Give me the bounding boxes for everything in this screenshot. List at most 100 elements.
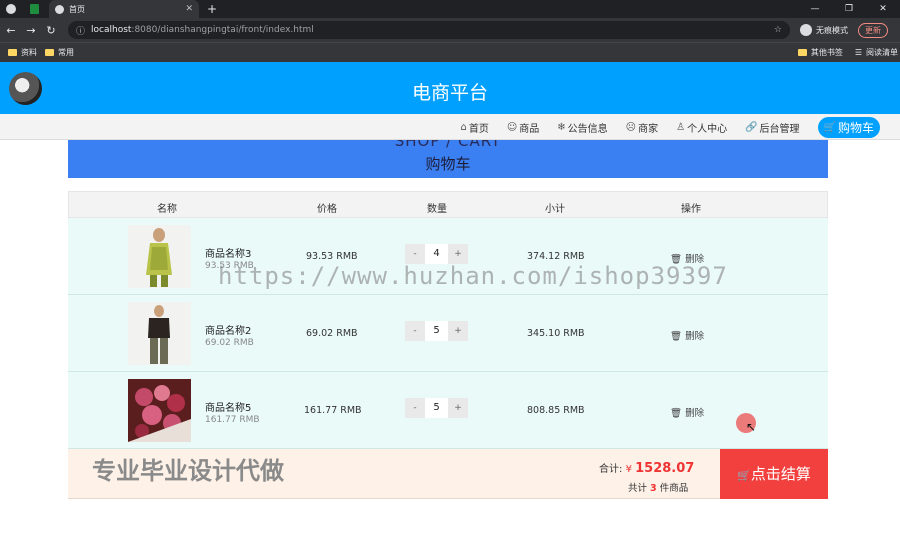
nav-merchants[interactable]: ☹ 商家 (626, 120, 658, 135)
folder-icon (45, 49, 54, 56)
minimize-icon[interactable]: — (798, 4, 832, 14)
quantity-stepper: - 5 + (405, 398, 468, 418)
delete-button[interactable]: 🗑 删除 (670, 405, 704, 419)
incognito-icon (800, 24, 812, 36)
price-cell: 93.53 RMB (306, 251, 358, 262)
cart-icon: 🛒 (737, 469, 751, 482)
header-name: 名称 (157, 204, 177, 215)
price-cell: 161.77 RMB (304, 405, 362, 416)
total-caption: 合计: (599, 464, 623, 475)
page-title: 购物车 (425, 155, 471, 173)
decrease-button[interactable]: - (405, 244, 425, 264)
bookmarks-bar: 资料 常用 其他书签 ☰ 阅读清单 (0, 42, 900, 62)
globe-icon[interactable] (6, 4, 16, 14)
product-image[interactable] (128, 379, 191, 442)
total-label: 合计: ¥ 1528.07 (599, 460, 694, 476)
product-image[interactable] (128, 225, 191, 288)
nav-home[interactable]: ⌂ 首页 (460, 120, 488, 135)
bookmark-label: 常用 (58, 48, 74, 57)
reading-list[interactable]: ☰ 阅读清单 (855, 47, 898, 58)
url-input[interactable]: ⓘ localhost :8080/dianshangpingtai/front… (68, 21, 790, 39)
currency-symbol: ¥ (625, 464, 632, 475)
header-price: 价格 (317, 204, 337, 215)
page-banner: SHOP / CART 购物车 (68, 140, 828, 178)
product-name[interactable]: 商品名称5 (205, 399, 251, 414)
back-icon[interactable]: ← (2, 24, 20, 37)
item-count: 共计 3 件商品 (628, 480, 688, 494)
product-image[interactable] (128, 302, 191, 365)
nav-announcements[interactable]: ❄ 公告信息 (557, 120, 607, 135)
subtotal-cell: 374.12 RMB (527, 251, 585, 262)
cart-icon: 🛒 (823, 121, 836, 133)
main-nav: ⌂ 首页 ☺ 商品 ❄ 公告信息 ☹ 商家 ♙ 个人中心 🔗 后台管理 🛒 购物车 (0, 114, 900, 140)
increase-button[interactable]: + (448, 321, 468, 341)
header-qty: 数量 (427, 204, 447, 215)
new-tab-icon[interactable]: + (207, 2, 217, 16)
table-row: 商品名称5 161.77 RMB 161.77 RMB - 5 + 808.85… (68, 372, 828, 449)
reload-icon[interactable]: ↻ (42, 24, 60, 37)
nav-label: 个人中心 (687, 123, 728, 135)
product-unit-price: 161.77 RMB (205, 415, 260, 425)
watermark-text: https://www.huzhan.com/ishop39397 (218, 262, 728, 290)
incognito-label: 无痕模式 (816, 25, 848, 35)
increase-button[interactable]: + (448, 398, 468, 418)
checkout-label: 点击结算 (750, 465, 811, 483)
site-title: 电商平台 (411, 82, 488, 104)
cart-table: 名称 价格 数量 小计 操作 商品名称3 93.53 RMB 93.53 RMB… (68, 191, 828, 499)
bookmark-folder[interactable]: 其他书签 (797, 47, 843, 58)
quantity-input[interactable]: 4 (425, 244, 448, 264)
home-icon: ⌂ (460, 121, 467, 133)
products-icon: ☺ (506, 121, 518, 133)
decrease-button[interactable]: - (405, 321, 425, 341)
nav-profile[interactable]: ♙ 个人中心 (676, 120, 727, 135)
delete-button[interactable]: 🗑 删除 (670, 328, 704, 342)
folder-icon (8, 49, 17, 56)
quantity-input[interactable]: 5 (425, 398, 448, 418)
nav-label: 首页 (468, 123, 489, 135)
tab-favicon-icon (55, 4, 64, 14)
increase-button[interactable]: + (448, 244, 468, 264)
quantity-stepper: - 4 + (405, 244, 468, 264)
site-header: 电商平台 (0, 62, 900, 114)
mouse-cursor-icon: ↖ (746, 420, 757, 434)
sheets-icon[interactable] (30, 4, 39, 14)
product-name[interactable]: 商品名称3 (205, 245, 251, 260)
quantity-input[interactable]: 5 (425, 321, 448, 341)
bookmark-star-icon[interactable]: ☆ (774, 25, 782, 35)
bookmark-folder[interactable]: 资料 (8, 47, 37, 58)
close-icon[interactable]: ✕ (185, 4, 193, 14)
url-host: localhost (91, 25, 132, 35)
browser-tab[interactable]: 首页 ✕ (49, 0, 199, 18)
cart-summary: 专业毕业设计代做 合计: ¥ 1528.07 共计 3 件商品 🛒点击结算 (68, 449, 828, 499)
count-prefix: 共计 (628, 483, 648, 494)
banner-english-title: SHOP / CART (394, 140, 502, 150)
checkout-button[interactable]: 🛒点击结算 (720, 449, 828, 499)
bookmark-folder[interactable]: 常用 (45, 47, 74, 58)
trash-icon: 🗑 (670, 408, 683, 419)
product-name[interactable]: 商品名称2 (205, 322, 251, 337)
count-value: 3 (650, 483, 657, 494)
url-path: :8080/dianshangpingtai/front/index.html (131, 25, 314, 35)
nav-cart[interactable]: 🛒 购物车 (817, 116, 880, 138)
table-row: 商品名称2 69.02 RMB 69.02 RMB - 5 + 345.10 R… (68, 295, 828, 372)
bookmark-label: 阅读清单 (866, 48, 898, 57)
promo-text: 专业毕业设计代做 (92, 457, 284, 485)
subtotal-cell: 808.85 RMB (527, 405, 585, 416)
nav-admin[interactable]: 🔗 后台管理 (745, 120, 799, 135)
nav-products[interactable]: ☺ 商品 (507, 120, 539, 135)
delete-label: 删除 (685, 331, 705, 342)
price-cell: 69.02 RMB (306, 328, 358, 339)
update-button[interactable]: 更新 (858, 22, 888, 38)
restore-icon[interactable]: ❐ (832, 4, 866, 14)
incognito-indicator[interactable]: 无痕模式 (800, 24, 848, 36)
subtotal-cell: 345.10 RMB (527, 328, 585, 339)
address-bar-row: ← → ↻ ⓘ localhost :8080/dianshangpingtai… (0, 18, 900, 42)
folder-icon (797, 49, 807, 56)
delete-label: 删除 (685, 408, 705, 419)
forward-icon[interactable]: → (22, 24, 40, 37)
window-close-icon[interactable]: ✕ (866, 4, 900, 14)
count-suffix: 件商品 (659, 483, 689, 494)
info-icon[interactable]: ⓘ (76, 24, 85, 37)
decrease-button[interactable]: - (405, 398, 425, 418)
product-unit-price: 69.02 RMB (205, 338, 254, 348)
